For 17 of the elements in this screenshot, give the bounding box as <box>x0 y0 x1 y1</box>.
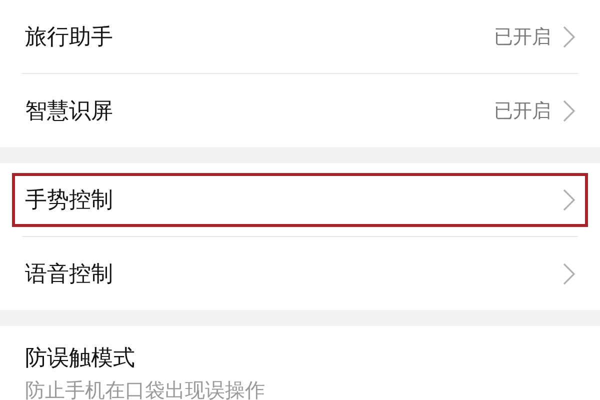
settings-item[interactable]: 手势控制 <box>12 172 588 226</box>
settings-item[interactable]: 防误触模式 防止手机在口袋出现误操作 <box>12 340 588 400</box>
status-text: 已开启 <box>494 98 551 124</box>
chevron-icon <box>563 100 575 122</box>
chevron-icon <box>563 262 575 284</box>
item-title: 语音控制 <box>25 260 113 288</box>
settings-item[interactable]: 语音控制 <box>12 246 588 300</box>
item-title: 手势控制 <box>25 186 113 214</box>
chevron-icon <box>563 26 575 48</box>
settings-item[interactable]: 旅行助手 已开启 <box>12 10 588 64</box>
item-title: 防误触模式 <box>25 345 136 373</box>
item-title: 旅行助手 <box>25 24 113 52</box>
item-description: 防止手机在口袋出现误操作 <box>25 377 265 400</box>
chevron-icon <box>563 188 575 210</box>
settings-item[interactable]: 智慧识屏 已开启 <box>12 84 588 138</box>
item-title: 智慧识屏 <box>25 98 113 126</box>
status-text: 已开启 <box>494 24 551 50</box>
